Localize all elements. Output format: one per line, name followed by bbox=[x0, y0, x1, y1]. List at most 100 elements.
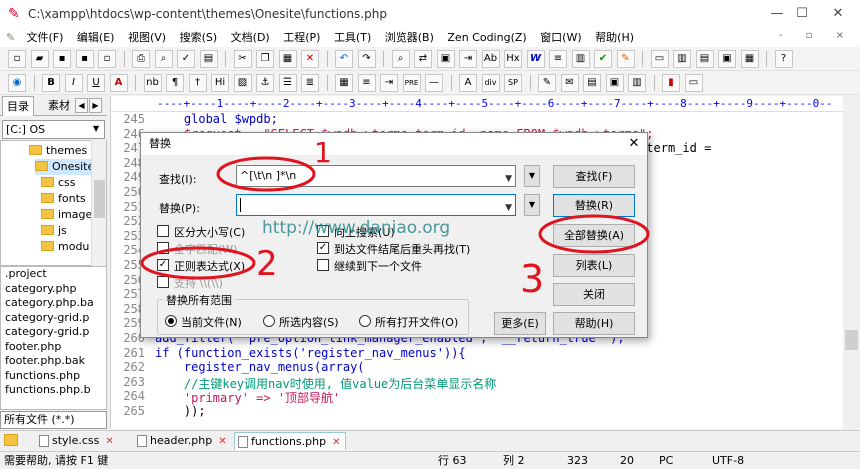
font-tag-icon[interactable]: A bbox=[459, 74, 477, 92]
maximize-button[interactable]: ☐ bbox=[790, 4, 814, 24]
save-icon[interactable]: ▪ bbox=[53, 50, 71, 68]
close-icon[interactable]: ✕ bbox=[332, 437, 340, 448]
tab-style-css[interactable]: style.css ✕ bbox=[36, 432, 118, 450]
tree-node[interactable]: modu bbox=[41, 239, 89, 255]
replace-options-button[interactable]: ▼ bbox=[524, 194, 540, 216]
list-item[interactable]: category.php.ba bbox=[1, 296, 106, 311]
sidebar-toggle-icon[interactable]: ▣ bbox=[718, 50, 736, 68]
sort-icon[interactable]: ≡ bbox=[549, 50, 567, 68]
close-file-icon[interactable]: ▫ bbox=[98, 50, 116, 68]
redo-icon[interactable]: ↷ bbox=[357, 50, 376, 68]
tree-node[interactable]: js bbox=[41, 223, 67, 239]
list-item[interactable]: footer.php bbox=[1, 340, 106, 355]
case-sensitive-checkbox[interactable] bbox=[157, 225, 169, 237]
table-icon[interactable]: ▦ bbox=[335, 74, 353, 92]
heading-icon[interactable]: Hx bbox=[504, 50, 522, 68]
find-in-files-icon[interactable]: ▣ bbox=[436, 50, 455, 68]
scrollbar-thumb[interactable] bbox=[94, 180, 105, 218]
div-tag-icon[interactable]: div bbox=[481, 74, 500, 92]
tree-scrollbar[interactable] bbox=[91, 140, 106, 266]
match-case-icon[interactable]: Ab bbox=[481, 50, 500, 68]
menu-help[interactable]: 帮助(H) bbox=[590, 28, 639, 47]
find-input[interactable]: ^[\t\n ]*\n ▼ bbox=[236, 165, 516, 187]
menu-window[interactable]: 窗口(W) bbox=[535, 28, 586, 47]
context-help-icon[interactable]: ? bbox=[774, 50, 793, 68]
tab-header-php[interactable]: header.php ✕ bbox=[134, 432, 231, 450]
replace-icon[interactable]: ⇄ bbox=[414, 50, 432, 68]
help-button[interactable]: 帮助(H) bbox=[553, 312, 635, 335]
close-window-button[interactable]: ✕ bbox=[826, 4, 850, 24]
undo-icon[interactable]: ↶ bbox=[335, 50, 353, 68]
hr-icon[interactable]: — bbox=[425, 74, 443, 92]
underline-icon[interactable]: U bbox=[87, 74, 105, 92]
unix-regex-checkbox[interactable] bbox=[157, 276, 169, 288]
scope-current-radio[interactable] bbox=[165, 315, 177, 327]
new-file-icon[interactable]: ▫ bbox=[8, 50, 26, 68]
italic-icon[interactable]: I bbox=[64, 74, 83, 92]
list-button[interactable]: 列表(L) bbox=[553, 254, 635, 277]
tree-node[interactable]: themes bbox=[29, 143, 87, 159]
list-item[interactable]: functions.php bbox=[1, 369, 106, 384]
close-icon[interactable]: ✕ bbox=[105, 436, 113, 447]
nbsp-icon[interactable]: nb bbox=[143, 74, 162, 92]
tree-node[interactable]: css bbox=[41, 175, 76, 191]
chevron-down-icon[interactable]: ▼ bbox=[505, 169, 512, 189]
list-icon[interactable]: ☰ bbox=[278, 74, 297, 92]
menu-browser[interactable]: 浏览器(B) bbox=[380, 28, 439, 47]
word-wrap-icon[interactable]: W bbox=[526, 50, 545, 68]
indent-icon[interactable]: ⇥ bbox=[380, 74, 398, 92]
wrap-around-checkbox[interactable]: ✓ bbox=[317, 242, 329, 254]
ordered-list-icon[interactable]: ≣ bbox=[301, 74, 319, 92]
replace-input[interactable]: ▼ bbox=[236, 194, 516, 216]
menu-edit[interactable]: 编辑(E) bbox=[72, 28, 120, 47]
validate-icon[interactable]: ▮ bbox=[662, 74, 680, 92]
break-icon[interactable]: † bbox=[188, 74, 207, 92]
drive-select[interactable]: [C:] OS bbox=[2, 120, 105, 139]
find-button[interactable]: 查找(F) bbox=[553, 165, 635, 188]
find-options-button[interactable]: ▼ bbox=[524, 165, 540, 187]
paragraph-icon[interactable]: ¶ bbox=[166, 74, 184, 92]
bold-icon[interactable]: B bbox=[42, 74, 60, 92]
list-item[interactable]: footer.php.bak bbox=[1, 354, 106, 369]
list-item[interactable]: category-grid.p bbox=[1, 325, 106, 340]
image-icon[interactable]: ▨ bbox=[233, 74, 252, 92]
more-button[interactable]: 更多(E) bbox=[494, 312, 546, 335]
read-mode-icon[interactable]: ▤ bbox=[199, 50, 218, 68]
save-all-icon[interactable]: ▪ bbox=[75, 50, 94, 68]
open-folder-icon[interactable]: ▰ bbox=[30, 50, 49, 68]
next-file-checkbox[interactable] bbox=[317, 259, 329, 271]
span-tag-icon[interactable]: SP bbox=[504, 74, 522, 92]
tab-clips[interactable]: 素材 bbox=[44, 96, 74, 116]
heading-tag-icon[interactable]: Hi bbox=[211, 74, 229, 92]
menu-view[interactable]: 视图(V) bbox=[123, 28, 171, 47]
anchor-icon[interactable]: ⚓ bbox=[256, 74, 274, 92]
list-item[interactable]: category.php bbox=[1, 282, 106, 297]
menu-file[interactable]: 文件(F) bbox=[22, 28, 69, 47]
folder-icon[interactable] bbox=[4, 434, 18, 446]
close-icon[interactable]: ✕ bbox=[218, 436, 226, 447]
browser-globe-icon[interactable]: ◉ bbox=[8, 74, 26, 92]
align-icon[interactable]: ≡ bbox=[357, 74, 376, 92]
minimize-button[interactable]: — bbox=[765, 4, 789, 24]
output-panel-icon[interactable]: ▦ bbox=[740, 50, 759, 68]
pre-tag-icon[interactable]: PRE bbox=[402, 74, 421, 92]
column-mode-icon[interactable]: ▥ bbox=[571, 50, 590, 68]
list-item[interactable]: .project bbox=[1, 267, 106, 282]
tree-node-selected[interactable]: Onesite bbox=[35, 159, 99, 175]
cut-icon[interactable]: ✂ bbox=[233, 50, 252, 68]
chevron-down-icon[interactable]: ▼ bbox=[505, 198, 512, 218]
print-preview-icon[interactable]: ⌕ bbox=[154, 50, 173, 68]
tree-node[interactable]: fonts bbox=[41, 191, 86, 207]
window-tile-icon[interactable]: ▭ bbox=[650, 50, 669, 68]
print-icon[interactable]: ⎙ bbox=[132, 50, 150, 68]
menu-search[interactable]: 搜索(S) bbox=[175, 28, 223, 47]
tag-list-icon[interactable]: ▤ bbox=[583, 74, 601, 92]
find-icon[interactable]: ⌕ bbox=[391, 50, 410, 68]
mdi-window-controls[interactable]: - ▫ × bbox=[779, 30, 854, 41]
replace-button[interactable]: 替换(R) bbox=[553, 194, 635, 217]
editor-scrollbar[interactable] bbox=[843, 96, 860, 429]
chevron-down-icon[interactable]: ▼ bbox=[93, 124, 99, 133]
check-icon[interactable]: ✔ bbox=[594, 50, 612, 68]
brush-icon[interactable]: ✎ bbox=[616, 50, 635, 68]
menu-zen-coding[interactable]: Zen Coding(Z) bbox=[442, 28, 531, 47]
